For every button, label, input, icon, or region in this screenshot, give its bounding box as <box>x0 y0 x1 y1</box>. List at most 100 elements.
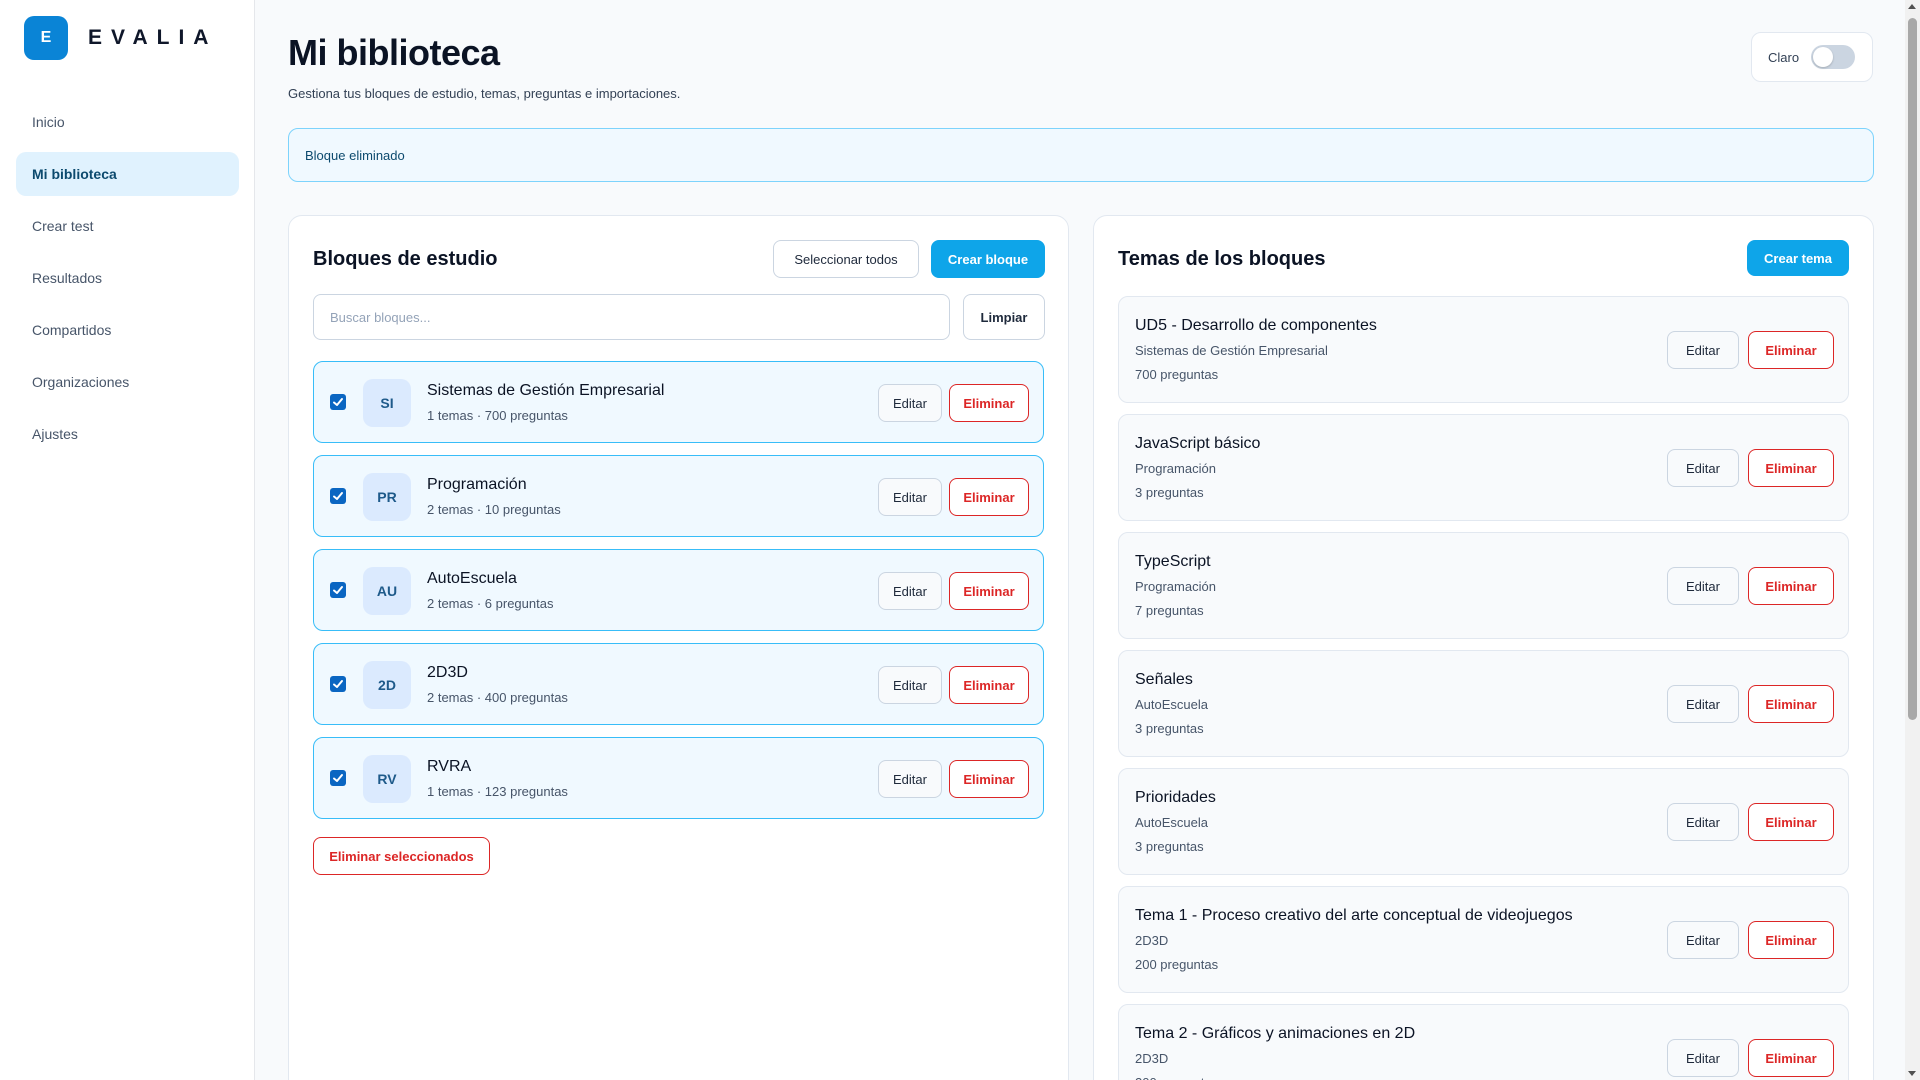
topic-row[interactable]: Tema 2 - Gráficos y animaciones en 2D 2D3… <box>1118 1004 1849 1080</box>
block-checkbox[interactable] <box>330 770 346 786</box>
topic-name: TypeScript <box>1135 553 1211 570</box>
topic-name: Tema 2 - Gráficos y animaciones en 2D <box>1135 1025 1416 1042</box>
select-all-button[interactable]: Seleccionar todos <box>773 240 919 278</box>
sidebar-item-compartidos[interactable]: Compartidos <box>16 308 239 352</box>
delete-block-button[interactable]: Eliminar <box>949 572 1029 610</box>
delete-block-button[interactable]: Eliminar <box>949 760 1029 798</box>
sidebar-item-resultados[interactable]: Resultados <box>16 256 239 300</box>
block-avatar: 2D <box>363 661 411 709</box>
block-row[interactable]: RV RVRA 1 temas · 123 preguntas Editar Elimi… <box>313 737 1044 819</box>
sidebar-item-crear-test[interactable]: Crear test <box>16 204 239 248</box>
main-content: Mi biblioteca Gestiona tus bloques de es… <box>255 0 1905 1080</box>
sidebar-item-inicio[interactable]: Inicio <box>16 100 239 144</box>
edit-block-button[interactable]: Editar <box>878 478 942 516</box>
edit-topic-button[interactable]: Editar <box>1667 803 1739 841</box>
delete-block-button[interactable]: Eliminar <box>949 666 1029 704</box>
create-topic-button[interactable]: Crear tema <box>1747 240 1849 276</box>
block-meta: 2 temas · 400 preguntas <box>427 690 568 705</box>
page-subtitle: Gestiona tus bloques de estudio, temas, … <box>288 86 681 101</box>
sidebar-item-ajustes[interactable]: Ajustes <box>16 412 239 456</box>
edit-block-button[interactable]: Editar <box>878 666 942 704</box>
create-block-button[interactable]: Crear bloque <box>931 240 1045 278</box>
topic-row[interactable]: Señales AutoEscuela 3 preguntas Editar Elimi… <box>1118 650 1849 757</box>
scroll-up-icon[interactable] <box>1908 4 1916 9</box>
delete-topic-button[interactable]: Eliminar <box>1748 567 1834 605</box>
alert-message: Bloque eliminado <box>305 147 405 163</box>
clear-search-button[interactable]: Limpiar <box>963 294 1045 340</box>
edit-topic-button[interactable]: Editar <box>1667 921 1739 959</box>
edit-topic-button[interactable]: Editar <box>1667 449 1739 487</box>
sidebar: E EVALIA Inicio Mi biblioteca Crear test… <box>0 0 255 1080</box>
delete-topic-button[interactable]: Eliminar <box>1748 803 1834 841</box>
delete-topic-button[interactable]: Eliminar <box>1748 685 1834 723</box>
delete-topic-button[interactable]: Eliminar <box>1748 921 1834 959</box>
delete-block-button[interactable]: Eliminar <box>949 384 1029 422</box>
topic-question-count: 200 preguntas <box>1135 1075 1218 1080</box>
page-scrollbar[interactable] <box>1905 0 1920 1080</box>
topic-question-count: 3 preguntas <box>1135 485 1204 500</box>
brand-logo: E <box>24 16 68 60</box>
edit-topic-button[interactable]: Editar <box>1667 331 1739 369</box>
block-avatar: RV <box>363 755 411 803</box>
edit-block-button[interactable]: Editar <box>878 760 942 798</box>
topic-question-count: 3 preguntas <box>1135 839 1204 854</box>
topic-block-name: AutoEscuela <box>1135 697 1208 712</box>
topic-row[interactable]: Tema 1 - Proceso creativo del arte conce… <box>1118 886 1849 993</box>
edit-topic-button[interactable]: Editar <box>1667 567 1739 605</box>
delete-topic-button[interactable]: Eliminar <box>1748 449 1834 487</box>
block-meta: 1 temas · 700 preguntas <box>427 408 568 423</box>
block-meta: 2 temas · 10 preguntas <box>427 502 561 517</box>
block-meta: 2 temas · 6 preguntas <box>427 596 554 611</box>
theme-label: Claro <box>1768 49 1800 65</box>
topic-question-count: 700 preguntas <box>1135 367 1219 382</box>
block-meta: 1 temas · 123 preguntas <box>427 784 568 799</box>
topic-block-name: AutoEscuela <box>1135 815 1208 830</box>
block-avatar: SI <box>363 379 411 427</box>
scroll-down-icon[interactable] <box>1908 1071 1916 1076</box>
block-checkbox[interactable] <box>330 582 346 598</box>
block-checkbox[interactable] <box>330 676 346 692</box>
topic-block-name: 2D3D <box>1135 1051 1169 1066</box>
block-checkbox[interactable] <box>330 394 346 410</box>
topic-row[interactable]: Prioridades AutoEscuela 3 preguntas Editar E… <box>1118 768 1849 875</box>
scroll-thumb[interactable] <box>1908 18 1917 720</box>
check-icon <box>333 774 343 782</box>
topic-question-count: 3 preguntas <box>1135 721 1204 736</box>
topic-row[interactable]: JavaScript básico Programación 3 preguntas… <box>1118 414 1849 521</box>
edit-block-button[interactable]: Editar <box>878 384 942 422</box>
topics-panel-title: Temas de los bloques <box>1118 248 1326 270</box>
topics-panel: Temas de los bloques Crear tema UD5 - De… <box>1093 215 1874 1080</box>
sidebar-nav: Inicio Mi biblioteca Crear test Resultad… <box>16 100 239 464</box>
block-row[interactable]: 2D 2D3D 2 temas · 400 preguntas Editar Elimi… <box>313 643 1044 725</box>
topic-name: Tema 1 - Proceso creativo del arte conce… <box>1135 907 1573 924</box>
block-search-input[interactable] <box>313 294 950 340</box>
block-checkbox[interactable] <box>330 488 346 504</box>
edit-block-button[interactable]: Editar <box>878 572 942 610</box>
delete-topic-button[interactable]: Eliminar <box>1748 1039 1834 1077</box>
topic-row[interactable]: UD5 - Desarrollo de componentes Sistemas … <box>1118 296 1849 403</box>
brand[interactable]: E EVALIA <box>24 16 217 60</box>
block-row[interactable]: PR Programación 2 temas · 10 preguntas Edit… <box>313 455 1044 537</box>
check-icon <box>333 586 343 594</box>
delete-topic-button[interactable]: Eliminar <box>1748 331 1834 369</box>
block-name: 2D3D <box>427 664 468 681</box>
edit-topic-button[interactable]: Editar <box>1667 1039 1739 1077</box>
theme-toggle[interactable]: Claro <box>1751 32 1873 82</box>
sidebar-item-mi-biblioteca[interactable]: Mi biblioteca <box>16 152 239 196</box>
topic-name: UD5 - Desarrollo de componentes <box>1135 317 1377 334</box>
delete-selected-button[interactable]: Eliminar seleccionados <box>313 837 490 875</box>
topic-question-count: 200 preguntas <box>1135 957 1219 972</box>
topic-name: Señales <box>1135 671 1193 688</box>
delete-block-button[interactable]: Eliminar <box>949 478 1029 516</box>
topic-row[interactable]: TypeScript Programación 7 preguntas Editar E… <box>1118 532 1849 639</box>
brand-name: EVALIA <box>88 26 218 49</box>
blocks-panel-title: Bloques de estudio <box>313 248 498 270</box>
block-avatar: AU <box>363 567 411 615</box>
block-row[interactable]: SI Sistemas de Gestión Empresarial 1 temas… <box>313 361 1044 443</box>
edit-topic-button[interactable]: Editar <box>1667 685 1739 723</box>
sidebar-item-organizaciones[interactable]: Organizaciones <box>16 360 239 404</box>
check-icon <box>333 398 343 406</box>
theme-switch[interactable] <box>1811 45 1856 69</box>
topic-block-name: Sistemas de Gestión Empresarial <box>1135 343 1328 358</box>
block-row[interactable]: AU AutoEscuela 2 temas · 6 preguntas Editar… <box>313 549 1044 631</box>
